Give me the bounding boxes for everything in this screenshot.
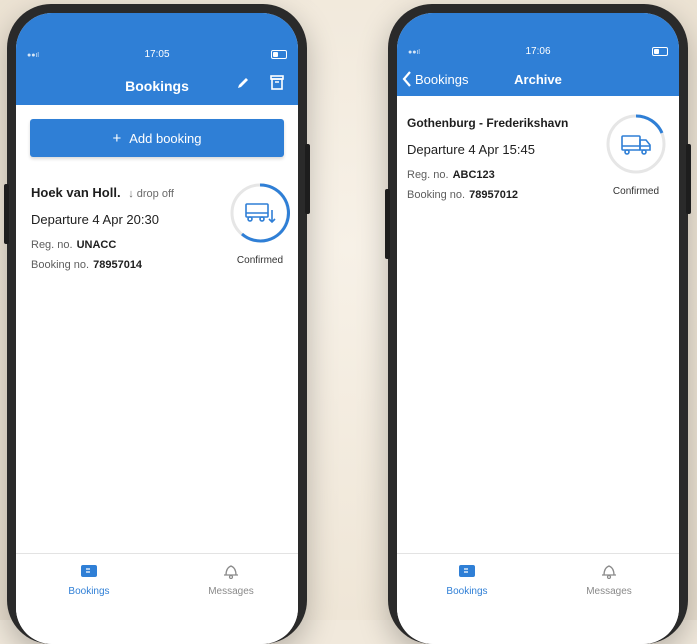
departure: Departure 4 Apr 15:45 — [407, 142, 535, 157]
tab-label: Messages — [586, 586, 632, 597]
booking-card[interactable]: Gothenburg - Frederikshavn Departure 4 A… — [397, 109, 679, 219]
side-button — [305, 144, 310, 214]
side-button — [686, 144, 691, 214]
tab-bar: Bookings Messages — [16, 553, 298, 644]
tab-messages[interactable]: Messages — [569, 562, 649, 597]
reg-no: Reg. no. UNACC — [31, 239, 117, 251]
tab-bar: Bookings Messages — [397, 553, 679, 644]
truck-drop-off-icon — [245, 203, 276, 224]
bell-icon — [191, 562, 271, 580]
header: ●●ıl 17:06 Bookings Archive — [397, 13, 679, 96]
tab-label: Messages — [208, 586, 254, 597]
signal-icon: ●●ıl — [27, 52, 39, 59]
route-name: Hoek van Holl. — [31, 185, 121, 200]
booking-card[interactable]: Hoek van Holl. ↓ drop off Departure 4 Ap… — [16, 173, 298, 293]
page-title: Bookings — [125, 78, 189, 94]
route: Hoek van Holl. ↓ drop off — [31, 185, 174, 200]
battery-icon — [652, 47, 668, 56]
reg-value: ABC123 — [452, 169, 495, 181]
booking-value: 78957014 — [93, 259, 143, 271]
tab-label: Bookings — [68, 586, 110, 597]
add-booking-button[interactable]: + Add booking — [30, 119, 284, 157]
clock: 17:06 — [525, 46, 551, 57]
plus-icon: + — [112, 129, 122, 147]
route-name: Gothenburg - Frederikshavn — [407, 116, 569, 130]
tab-bookings[interactable]: Bookings — [427, 562, 507, 597]
bell-icon — [569, 562, 649, 580]
progress-ring — [230, 183, 290, 243]
booking-no: Booking no. 78957012 — [407, 189, 519, 201]
archive-icon[interactable] — [270, 75, 284, 95]
archive-screen: ●●ıl 17:06 Bookings Archive Gothenburg -… — [397, 13, 679, 644]
status-bar: ●●ıl 17:05 — [16, 49, 298, 63]
progress-ring — [606, 114, 666, 174]
header: ●●ıl 17:05 Bookings — [16, 13, 298, 105]
page-title: Archive — [514, 72, 562, 87]
reg-no: Reg. no. ABC123 — [407, 169, 495, 181]
booking-value: 78957012 — [469, 189, 519, 201]
status-label: Confirmed — [236, 255, 284, 266]
status-label: Confirmed — [612, 186, 660, 197]
dropoff-tag: ↓ drop off — [128, 188, 174, 200]
departure: Departure 4 Apr 20:30 — [31, 212, 159, 227]
clock: 17:05 — [144, 49, 170, 60]
add-booking-label: Add booking — [129, 130, 202, 146]
signal-icon: ●●ıl — [408, 49, 420, 56]
booking-no: Booking no. 78957014 — [31, 259, 143, 271]
tab-label: Bookings — [446, 586, 488, 597]
tab-messages[interactable]: Messages — [191, 562, 271, 597]
phone-right: ●●ıl 17:06 Bookings Archive Gothenburg -… — [385, 4, 691, 644]
ticket-icon — [49, 562, 129, 580]
phone-left: ●●ıl 17:05 Bookings + Add booking Hoek v… — [4, 4, 310, 644]
side-button — [4, 184, 9, 244]
ticket-icon — [427, 562, 507, 580]
bookings-screen: ●●ıl 17:05 Bookings + Add booking Hoek v… — [16, 13, 298, 644]
edit-icon[interactable] — [236, 76, 250, 95]
status-bar: ●●ıl 17:06 — [397, 46, 679, 60]
tab-bookings[interactable]: Bookings — [49, 562, 129, 597]
truck-icon — [621, 135, 651, 155]
arrow-down-icon: ↓ — [128, 188, 134, 200]
reg-value: UNACC — [76, 239, 117, 251]
battery-icon — [271, 50, 287, 59]
side-button — [385, 189, 390, 259]
